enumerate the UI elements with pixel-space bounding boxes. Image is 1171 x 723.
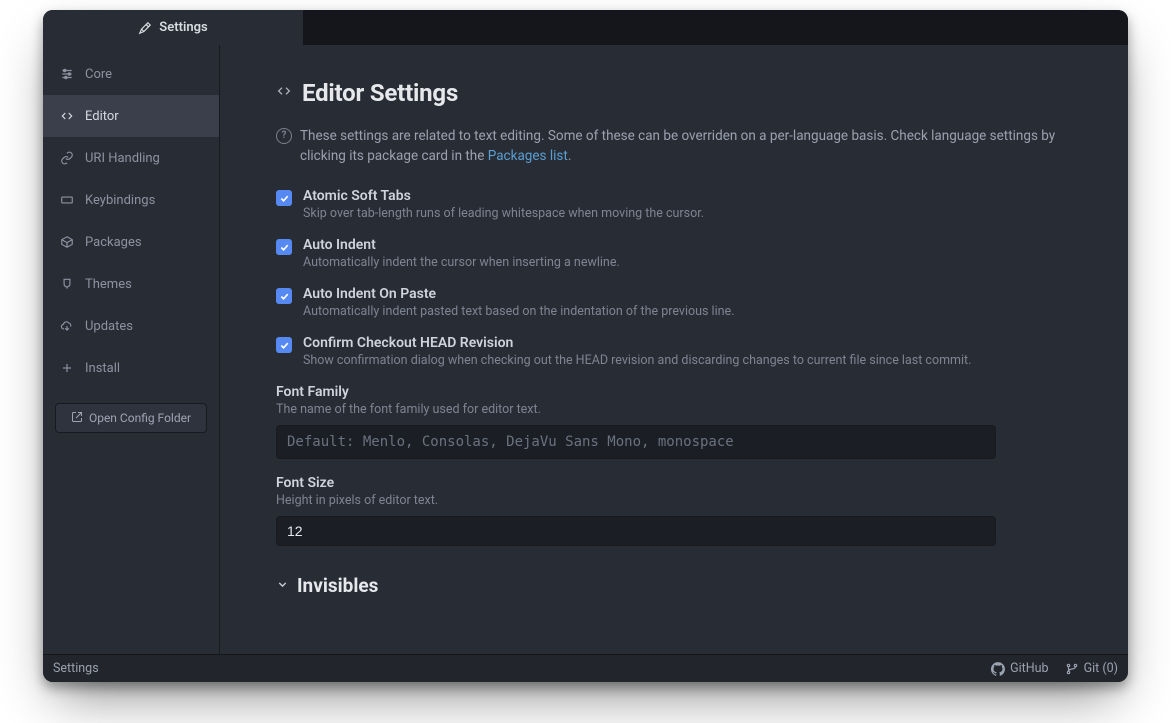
setting-label: Auto Indent On Paste xyxy=(303,286,734,302)
setting-desc: Show confirmation dialog when checking o… xyxy=(303,353,971,368)
sidebar-item-core[interactable]: Core xyxy=(43,53,219,95)
auto-indent-on-paste-checkbox[interactable] xyxy=(276,288,292,304)
sidebar-item-keybindings[interactable]: Keybindings xyxy=(43,179,219,221)
setting-label: Atomic Soft Tabs xyxy=(303,188,704,204)
section-invisibles-header[interactable]: Invisibles xyxy=(276,574,1072,597)
atomic-soft-tabs-checkbox[interactable] xyxy=(276,190,292,206)
font-family-input[interactable] xyxy=(276,425,996,459)
sidebar-item-editor[interactable]: Editor xyxy=(43,95,219,137)
open-config-label: Open Config Folder xyxy=(89,411,191,425)
keyboard-icon xyxy=(59,192,75,208)
setting-desc: Automatically indent the cursor when ins… xyxy=(303,255,620,270)
code-icon xyxy=(59,108,75,124)
plus-icon xyxy=(59,360,75,376)
tools-icon xyxy=(138,21,152,35)
setting-font-family: Font Family The name of the font family … xyxy=(276,384,1072,459)
setting-label: Confirm Checkout HEAD Revision xyxy=(303,335,971,351)
setting-desc: The name of the font family used for edi… xyxy=(276,402,1072,417)
status-github-label: GitHub xyxy=(1010,661,1048,676)
open-config-folder-button[interactable]: Open Config Folder xyxy=(55,403,207,433)
font-size-input[interactable] xyxy=(276,516,996,546)
package-icon xyxy=(59,234,75,250)
code-icon xyxy=(276,83,292,103)
github-icon xyxy=(991,662,1005,676)
packages-list-link[interactable]: Packages list xyxy=(488,148,568,164)
sidebar-item-label: Editor xyxy=(85,109,119,124)
sidebar-item-label: Core xyxy=(85,67,112,82)
intro-suffix: . xyxy=(568,148,572,164)
question-icon: ? xyxy=(276,128,292,144)
page-title: Editor Settings xyxy=(276,79,1072,107)
setting-desc: Automatically indent pasted text based o… xyxy=(303,304,734,319)
external-link-icon xyxy=(71,411,83,426)
tab-settings[interactable]: Settings xyxy=(43,10,303,45)
sidebar-item-label: Install xyxy=(85,361,120,376)
paintcan-icon xyxy=(59,276,75,292)
section-invisibles-title: Invisibles xyxy=(297,574,378,597)
status-github[interactable]: GitHub xyxy=(991,661,1048,676)
status-git[interactable]: Git (0) xyxy=(1065,661,1118,676)
status-left: Settings xyxy=(53,661,99,676)
setting-label: Font Family xyxy=(276,384,1072,400)
sidebar-item-label: Themes xyxy=(85,277,132,292)
page-intro: ? These settings are related to text edi… xyxy=(276,127,1072,166)
sliders-icon xyxy=(59,66,75,82)
setting-label: Auto Indent xyxy=(303,237,620,253)
sidebar-item-updates[interactable]: Updates xyxy=(43,305,219,347)
setting-font-size: Font Size Height in pixels of editor tex… xyxy=(276,475,1072,546)
tab-settings-label: Settings xyxy=(159,20,207,35)
sidebar-item-uri-handling[interactable]: URI Handling xyxy=(43,137,219,179)
cloud-download-icon xyxy=(59,318,75,334)
git-branch-icon xyxy=(1065,662,1079,676)
confirm-checkout-head-checkbox[interactable] xyxy=(276,337,292,353)
page-title-text: Editor Settings xyxy=(302,79,458,107)
sidebar-item-install[interactable]: Install xyxy=(43,347,219,389)
status-git-label: Git (0) xyxy=(1084,661,1118,676)
settings-sidebar: Core Editor URI Handling Keybindings xyxy=(43,45,219,654)
sidebar-item-label: Keybindings xyxy=(85,193,155,208)
setting-auto-indent-on-paste: Auto Indent On Paste Automatically inden… xyxy=(276,286,1072,319)
tab-bar: Settings xyxy=(43,10,1128,45)
chevron-down-icon xyxy=(276,576,289,595)
status-bar: Settings GitHub Git (0) xyxy=(43,654,1128,682)
sidebar-item-packages[interactable]: Packages xyxy=(43,221,219,263)
setting-label: Font Size xyxy=(276,475,1072,491)
intro-text: These settings are related to text editi… xyxy=(300,128,1055,164)
setting-desc: Skip over tab-length runs of leading whi… xyxy=(303,206,704,221)
setting-atomic-soft-tabs: Atomic Soft Tabs Skip over tab-length ru… xyxy=(276,188,1072,221)
link-icon xyxy=(59,150,75,166)
setting-auto-indent: Auto Indent Automatically indent the cur… xyxy=(276,237,1072,270)
setting-desc: Height in pixels of editor text. xyxy=(276,493,1072,508)
sidebar-item-label: Packages xyxy=(85,235,142,250)
sidebar-item-label: URI Handling xyxy=(85,151,160,166)
setting-confirm-checkout-head: Confirm Checkout HEAD Revision Show conf… xyxy=(276,335,1072,368)
sidebar-item-themes[interactable]: Themes xyxy=(43,263,219,305)
settings-window: Settings Core Editor URI Han xyxy=(43,10,1128,682)
settings-main-panel: Editor Settings ? These settings are rel… xyxy=(219,45,1128,654)
auto-indent-checkbox[interactable] xyxy=(276,239,292,255)
sidebar-item-label: Updates xyxy=(85,319,133,334)
